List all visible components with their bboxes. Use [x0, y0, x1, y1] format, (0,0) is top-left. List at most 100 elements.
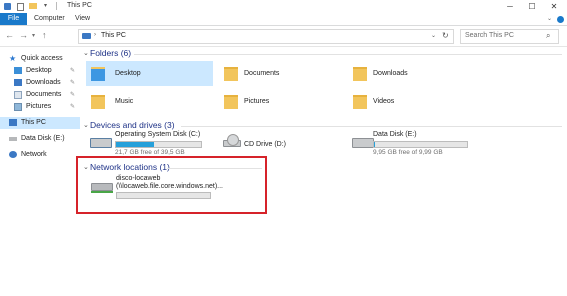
sidebar-item-label: Data Disk (E:) — [21, 135, 65, 142]
search-icon[interactable]: ⌕ — [546, 31, 550, 41]
devices-heading: Devices and drives (3) — [90, 120, 175, 130]
address-bar[interactable]: › This PC ⌄ ↻ — [78, 29, 454, 44]
network-connection-icon — [91, 191, 113, 193]
pin-icon[interactable]: ✎ — [70, 65, 75, 77]
pictures-folder-icon — [224, 95, 238, 109]
computer-icon — [9, 119, 17, 126]
breadcrumb-chevron-icon[interactable]: › — [94, 32, 96, 38]
folder-label: Music — [115, 98, 134, 105]
back-button[interactable]: ← — [5, 31, 14, 40]
sidebar-item-label: This PC — [21, 119, 46, 126]
divider — [181, 126, 562, 127]
sidebar-item-label: Downloads — [26, 79, 61, 86]
drive-data-disk[interactable]: Data Disk (E:) 9,95 GB free of 9,99 GB — [348, 130, 475, 157]
folder-downloads[interactable]: Downloads — [348, 61, 475, 86]
documents-icon — [14, 91, 22, 99]
folder-desktop[interactable]: Desktop — [86, 61, 213, 86]
new-folder-icon[interactable] — [29, 3, 37, 9]
navigation-bar: ← → ▾ ↑ › This PC ⌄ ↻ Search This PC ⌕ — [0, 26, 567, 47]
folder-documents[interactable]: Documents — [219, 61, 346, 86]
folder-label: Videos — [373, 98, 395, 105]
network-drive-name: disco-locaweb — [116, 175, 161, 182]
drive-name: Operating System Disk (C:) — [115, 131, 201, 138]
network-icon — [9, 151, 17, 158]
search-input[interactable]: Search This PC ⌕ — [460, 29, 559, 44]
expand-ribbon-icon[interactable]: ⌄ — [547, 13, 552, 25]
help-icon[interactable] — [557, 16, 564, 23]
close-button[interactable]: ✕ — [543, 1, 565, 12]
network-drive-icon — [91, 183, 113, 191]
drive-name: Data Disk (E:) — [373, 131, 417, 138]
folder-label: Documents — [244, 70, 280, 77]
folders-heading: Folders (6) — [90, 48, 132, 58]
sidebar-item-desktop[interactable]: Desktop ✎ — [0, 65, 80, 77]
window-title: This PC — [67, 2, 92, 9]
desktop-icon — [14, 67, 22, 74]
drive-cd[interactable]: CD Drive (D:) — [219, 130, 346, 157]
drive-name: CD Drive (D:) — [244, 141, 286, 148]
folder-music[interactable]: Music — [86, 89, 213, 114]
title-bar: ▾ This PC ─ ☐ ✕ — [0, 0, 567, 13]
address-dropdown-icon[interactable]: ⌄ — [431, 32, 436, 39]
folder-label: Pictures — [244, 98, 270, 105]
folder-label: Desktop — [115, 70, 141, 77]
drive-icon — [352, 138, 374, 148]
drive-usage-bar — [115, 141, 202, 148]
videos-folder-icon — [353, 95, 367, 109]
drive-free-space: 21,7 GB free of 39,5 GB — [115, 149, 185, 156]
folder-label: Downloads — [373, 70, 408, 77]
pin-icon[interactable]: ✎ — [70, 77, 75, 89]
explorer-icon — [4, 3, 11, 10]
star-icon: ★ — [9, 54, 17, 63]
drive-os-disk[interactable]: Operating System Disk (C:) 21,7 GB free … — [86, 130, 213, 157]
pin-icon[interactable]: ✎ — [70, 89, 75, 101]
folder-videos[interactable]: Videos — [348, 89, 475, 114]
cd-disc-icon — [227, 134, 239, 146]
divider — [134, 54, 562, 55]
sidebar-item-quick-access[interactable]: ★ Quick access — [0, 53, 80, 65]
windows-drive-icon — [90, 138, 112, 148]
title-divider — [56, 2, 57, 10]
sidebar-item-network[interactable]: Network — [0, 149, 80, 161]
drive-usage-bar — [373, 141, 468, 148]
divider — [167, 168, 262, 169]
sidebar-item-pictures[interactable]: Pictures ✎ — [0, 101, 80, 113]
network-drive[interactable]: disco-locaweb (\\locaweb.file.core.windo… — [86, 173, 256, 200]
desktop-folder-icon — [91, 67, 105, 81]
breadcrumb[interactable]: This PC — [101, 32, 126, 39]
sidebar-item-label: Desktop — [26, 67, 52, 74]
quick-access-toolbar-dropdown-icon[interactable]: ▾ — [44, 2, 51, 9]
tab-file[interactable]: File — [0, 13, 27, 25]
tab-computer[interactable]: Computer — [34, 13, 65, 25]
folder-pictures[interactable]: Pictures — [219, 89, 346, 114]
recent-locations-icon[interactable]: ▾ — [32, 32, 35, 41]
ribbon-tabs: File Computer View ⌄ — [0, 13, 567, 26]
sidebar-item-downloads[interactable]: Downloads ✎ — [0, 77, 80, 89]
downloads-icon — [14, 79, 22, 86]
refresh-icon[interactable]: ↻ — [442, 31, 449, 40]
maximize-button[interactable]: ☐ — [521, 1, 543, 12]
sidebar-item-documents[interactable]: Documents ✎ — [0, 89, 80, 101]
up-button[interactable]: ↑ — [42, 31, 47, 40]
drive-free-space: 9,95 GB free of 9,99 GB — [373, 149, 443, 156]
collapse-folders-icon[interactable]: ⌄ — [83, 49, 89, 57]
sidebar-item-label: Pictures — [26, 103, 52, 110]
minimize-button[interactable]: ─ — [499, 1, 521, 12]
network-drive-path: (\\locaweb.file.core.windows.net)... — [116, 183, 223, 190]
sidebar-item-this-pc[interactable]: This PC — [0, 117, 80, 129]
drive-icon — [9, 137, 17, 141]
drive-usage-fill — [116, 142, 155, 147]
collapse-devices-icon[interactable]: ⌄ — [83, 121, 89, 129]
navigation-pane: ★ Quick access Desktop ✎ Downloads ✎ Doc… — [0, 47, 80, 296]
properties-icon[interactable] — [17, 3, 24, 11]
sidebar-item-data-disk[interactable]: Data Disk (E:) — [0, 133, 80, 145]
music-folder-icon — [91, 95, 105, 109]
forward-button[interactable]: → — [19, 31, 28, 40]
pin-icon[interactable]: ✎ — [70, 101, 75, 113]
sidebar-item-label: Network — [21, 151, 47, 158]
sidebar-item-label: Documents — [26, 91, 62, 98]
pictures-icon — [14, 103, 22, 111]
network-locations-heading: Network locations (1) — [90, 162, 170, 172]
collapse-network-icon[interactable]: ⌄ — [83, 163, 89, 171]
tab-view[interactable]: View — [75, 13, 90, 25]
